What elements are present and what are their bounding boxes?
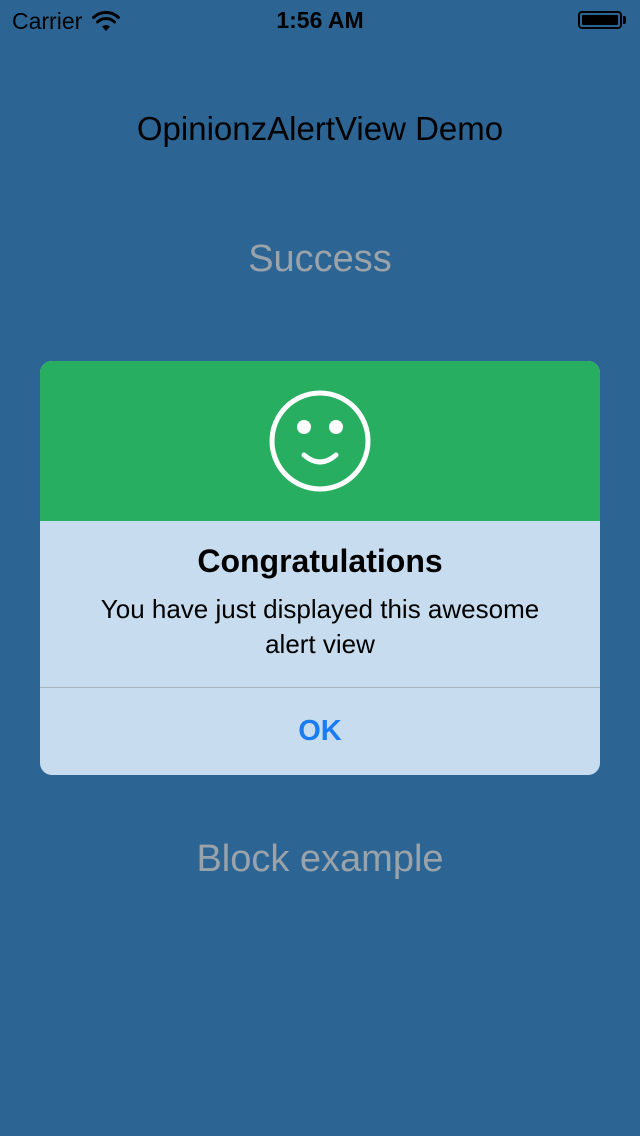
alert-view: Congratulations You have just displayed … [40, 361, 600, 775]
smiley-icon [269, 390, 371, 492]
alert-message: You have just displayed this awesome ale… [100, 594, 540, 659]
alert-title: Congratulations [197, 543, 443, 579]
battery-icon [578, 11, 628, 31]
status-time: 1:56 AM [276, 7, 364, 33]
alert-header [40, 361, 600, 521]
block-example-button[interactable]: Block example [0, 838, 640, 881]
ok-button[interactable]: OK [40, 688, 600, 775]
page-title: OpinionzAlertView Demo [136, 110, 504, 147]
status-bar: Carrier 1:56 AM [0, 0, 640, 40]
success-button[interactable]: Success [0, 238, 640, 281]
